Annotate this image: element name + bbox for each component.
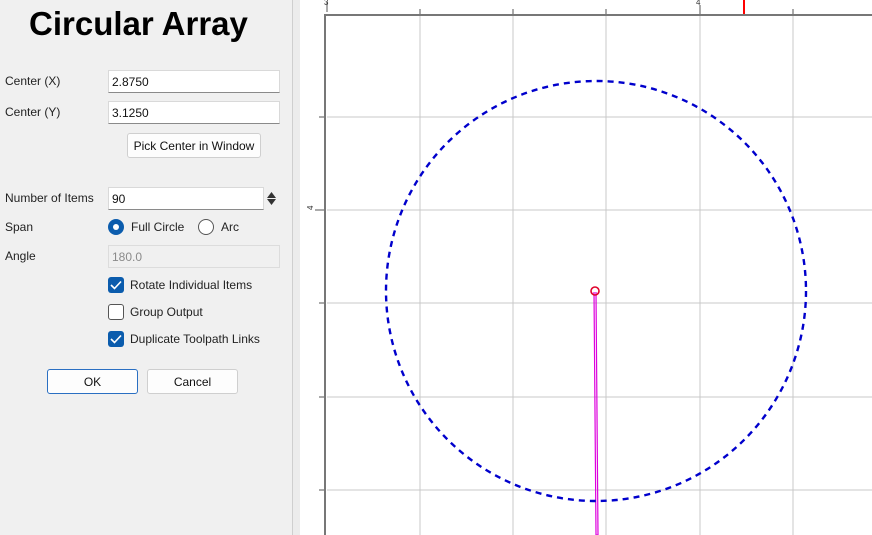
checkmark-icon <box>110 280 122 290</box>
center-y-input[interactable]: 3.1250 <box>108 101 280 124</box>
group-output-checkbox[interactable] <box>108 304 124 320</box>
x-ruler-label-4: 4 <box>696 0 701 7</box>
span-arc-label[interactable]: Arc <box>221 220 239 234</box>
panel-splitter[interactable] <box>292 0 300 535</box>
cancel-button[interactable]: Cancel <box>147 369 238 394</box>
panel-title: Circular Array <box>29 5 248 42</box>
duplicate-links-label[interactable]: Duplicate Toolpath Links <box>130 332 260 346</box>
array-center-marker <box>590 286 600 296</box>
num-items-label: Number of Items <box>5 191 94 205</box>
span-full-circle-radio[interactable] <box>108 219 124 235</box>
group-output-label[interactable]: Group Output <box>130 305 203 319</box>
spin-up-icon[interactable] <box>267 192 276 198</box>
circular-array-panel: Circular Array Center (X) 2.8750 Center … <box>0 0 292 535</box>
center-y-label: Center (Y) <box>5 105 61 119</box>
array-circle-preview <box>384 79 808 503</box>
checkmark-icon <box>110 334 122 344</box>
drawing-viewport[interactable]: 3 4 4 <box>300 0 872 535</box>
angle-input: 180.0 <box>108 245 280 268</box>
ok-button[interactable]: OK <box>47 369 138 394</box>
grid <box>327 15 872 535</box>
num-items-spinner[interactable] <box>263 187 280 210</box>
y-ruler-label-4: 4 <box>306 205 315 210</box>
rotate-items-checkbox[interactable] <box>108 277 124 293</box>
duplicate-links-checkbox[interactable] <box>108 331 124 347</box>
pick-center-button[interactable]: Pick Center in Window <box>127 133 261 158</box>
rotate-items-label[interactable]: Rotate Individual Items <box>130 278 252 292</box>
num-items-input[interactable]: 90 <box>108 187 264 210</box>
toolpath-line <box>593 291 599 535</box>
center-x-input[interactable]: 2.8750 <box>108 70 280 93</box>
span-full-circle-label[interactable]: Full Circle <box>131 220 184 234</box>
top-ruler: 3 4 <box>300 0 872 16</box>
span-arc-radio[interactable] <box>198 219 214 235</box>
span-label: Span <box>5 220 34 234</box>
center-x-label: Center (X) <box>5 74 61 88</box>
spin-down-icon[interactable] <box>267 199 276 205</box>
x-ruler-label-3: 3 <box>324 0 329 7</box>
angle-label: Angle <box>5 249 36 263</box>
left-ruler: 4 <box>300 15 326 535</box>
